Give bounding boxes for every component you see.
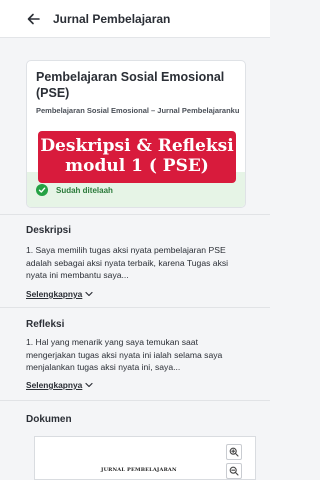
section-divider [0,400,270,401]
deskripsi-heading: Deskripsi [26,225,72,236]
chevron-down-icon [85,382,93,388]
more-label: Selengkapnya [26,380,83,390]
overlay-line-2: modul 1 ( PSE) [65,156,209,176]
app-screen: Jurnal Pembelajaran Pembelajaran Sosial … [0,0,270,480]
back-arrow-icon[interactable] [23,9,43,29]
top-app-bar: Jurnal Pembelajaran [0,0,270,38]
card-title: Pembelajaran Sosial Emosional (PSE) [36,70,225,100]
overlay-line-1: Deskripsi & Refleksi [40,136,234,156]
refleksi-text: 1. Hal yang menarik yang saya temukan sa… [26,337,223,372]
overlay-banner: Deskripsi & Refleksi modul 1 ( PSE) [38,131,236,183]
status-text: Sudah ditelaah [56,185,113,195]
card-subtitle: Pembelajaran Sosial Emosional – Jurnal P… [36,106,240,115]
document-heading: JURNAL PEMBELAJARAN [101,467,177,473]
check-circle-icon [36,184,48,196]
refleksi-more-link[interactable]: Selengkapnya [26,380,93,390]
deskripsi-more-link[interactable]: Selengkapnya [26,289,93,299]
refleksi-heading: Refleksi [26,319,65,330]
page-title: Jurnal Pembelajaran [53,11,171,26]
chevron-down-icon [85,291,93,297]
section-divider [0,214,270,215]
deskripsi-text: 1. Saya memilih tugas aksi nyata pembela… [26,245,229,280]
zoom-out-icon[interactable] [226,463,242,479]
zoom-in-icon[interactable] [226,444,242,460]
dokumen-heading: Dokumen [26,414,72,425]
document-preview[interactable]: JURNAL PEMBELAJARAN [34,436,256,480]
more-label: Selengkapnya [26,289,83,299]
section-divider [0,307,270,308]
